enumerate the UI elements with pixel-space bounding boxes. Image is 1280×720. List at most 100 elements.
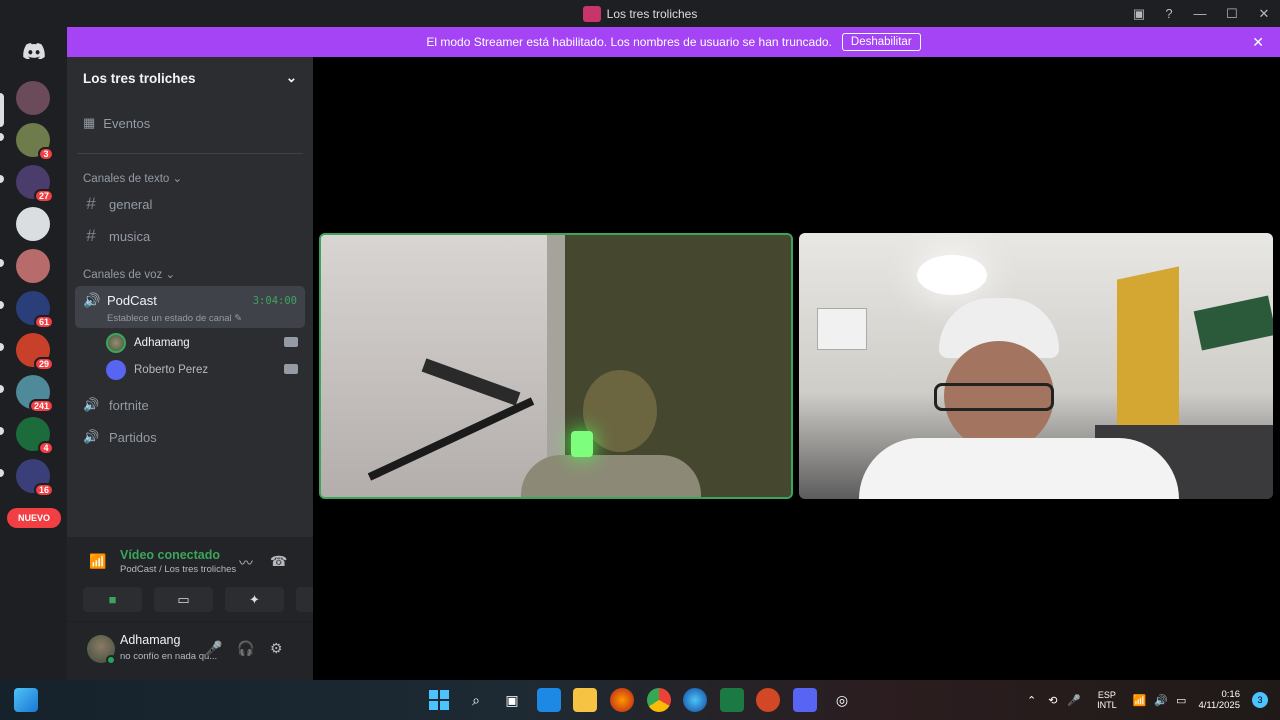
text-category-label: Canales de texto: [83, 173, 170, 185]
online-status-dot: [106, 655, 116, 665]
server-rail: 3 27 61 29 241 4 16 NUEVO: [0, 27, 67, 680]
video-icon: [284, 364, 298, 374]
inbox-icon[interactable]: ▣: [1124, 0, 1154, 27]
excel-icon[interactable]: [720, 688, 744, 712]
volume-icon[interactable]: 🔊: [1154, 694, 1168, 707]
video-tile-roberto[interactable]: [799, 233, 1273, 499]
events-item[interactable]: ▦ Eventos: [83, 115, 150, 131]
hash-icon: #: [86, 194, 96, 213]
voice-channel-podcast[interactable]: 🔊 PodCast 3:04:00 Establece un estado de…: [75, 286, 305, 328]
clock[interactable]: 0:16 4/11/2025: [1198, 689, 1240, 711]
server-icon[interactable]: 4: [16, 417, 54, 455]
channel-musica[interactable]: # musica: [83, 226, 150, 246]
unread-pip: [0, 301, 4, 309]
speaker-icon: 🔊: [83, 429, 100, 444]
windows-taskbar: ⌕ ▣ ◎ ⌃ ⟲ 🎤 ESP INTL 📶 🔊 ▭ 0:16 4/11/202…: [0, 680, 1280, 720]
banner-close-icon[interactable]: ✕: [1252, 34, 1264, 51]
guild-header[interactable]: Los tres troliches ⌄: [67, 57, 313, 99]
voice-member[interactable]: Roberto Perez: [106, 360, 298, 380]
notification-badge[interactable]: 3: [1252, 692, 1268, 708]
battery-icon[interactable]: ▭: [1176, 694, 1186, 707]
mention-badge: 29: [33, 357, 54, 371]
outlook-icon[interactable]: [537, 688, 561, 712]
video-icon: [284, 337, 298, 347]
system-tray: ⌃ ⟲ 🎤 ESP INTL 📶 🔊 ▭ 0:16 4/11/2025 3: [1027, 680, 1280, 720]
video-tile-adhamang[interactable]: [319, 233, 793, 499]
search-icon[interactable]: ⌕: [464, 688, 488, 712]
microphone-icon[interactable]: 🎤: [1067, 694, 1081, 707]
chevron-down-icon: ⌄: [285, 70, 297, 85]
server-icon[interactable]: 29: [16, 333, 54, 371]
username[interactable]: Adhamang: [120, 633, 180, 647]
mention-badge: 241: [28, 399, 54, 413]
voice-member[interactable]: Adhamang: [106, 333, 298, 353]
server-icon: [582, 5, 601, 22]
lang-bottom: INTL: [1097, 700, 1117, 710]
close-button[interactable]: ✕: [1248, 0, 1280, 27]
disable-streamer-button[interactable]: Deshabilitar: [841, 33, 921, 51]
window-title: Los tres troliches: [582, 5, 697, 22]
divider: [77, 153, 303, 154]
signal-icon[interactable]: 📶: [89, 553, 106, 570]
start-icon[interactable]: [427, 688, 451, 712]
speaker-icon: 🔊: [83, 397, 100, 412]
server-icon[interactable]: [16, 249, 50, 283]
noise-suppression-icon[interactable]: 〰: [239, 553, 253, 573]
sync-icon[interactable]: ⟲: [1048, 694, 1057, 707]
server-icon[interactable]: 27: [16, 165, 54, 203]
channel-general[interactable]: # general: [83, 194, 152, 214]
green-scarf: [1193, 295, 1273, 351]
avatar: [106, 360, 126, 380]
voice-channel-name: PodCast: [107, 293, 157, 308]
maximize-button[interactable]: ☐: [1216, 0, 1248, 27]
chevron-up-icon[interactable]: ⌃: [1027, 694, 1036, 707]
channel-partidos[interactable]: 🔊 Partidos: [83, 429, 157, 445]
avatar: [106, 333, 126, 353]
server-icon[interactable]: [16, 207, 50, 241]
channel-status-prompt[interactable]: Establece un estado de canal ✎: [107, 313, 242, 324]
server-icon[interactable]: [16, 81, 50, 115]
discord-taskbar-icon[interactable]: [793, 688, 817, 712]
voice-category-label: Canales de voz: [83, 269, 163, 281]
activities-button[interactable]: ✦: [225, 587, 284, 612]
connection-location[interactable]: PodCast / Los tres troliches: [120, 564, 236, 575]
minimize-button[interactable]: —: [1184, 0, 1216, 27]
chrome-icon[interactable]: [647, 688, 671, 712]
hash-icon: #: [86, 226, 96, 245]
server-icon[interactable]: 61: [16, 291, 54, 329]
mention-badge: 16: [33, 483, 54, 497]
widgets-icon[interactable]: [14, 688, 38, 712]
microphone-icon[interactable]: 🎤: [205, 640, 222, 657]
channel-label: Partidos: [109, 429, 157, 445]
screen-share-button[interactable]: ▭: [154, 587, 213, 612]
edge-icon[interactable]: [683, 688, 707, 712]
server-avatar: [16, 249, 50, 283]
firefox-icon[interactable]: [610, 688, 634, 712]
help-icon[interactable]: ?: [1154, 0, 1184, 27]
voice-category[interactable]: Canales de voz ⌄: [83, 267, 175, 281]
obs-icon[interactable]: ◎: [830, 688, 854, 712]
server-icon[interactable]: 3: [16, 123, 54, 161]
video-stage: [313, 57, 1280, 680]
settings-gear-icon[interactable]: ⚙: [270, 640, 283, 657]
powerpoint-icon[interactable]: [756, 688, 780, 712]
file-explorer-icon[interactable]: [573, 688, 597, 712]
task-view-icon[interactable]: ▣: [500, 688, 524, 712]
server-icon[interactable]: 16: [16, 459, 54, 497]
unread-pip: [0, 427, 4, 435]
chevron-down-icon: ⌄: [172, 173, 183, 185]
banner-text: El modo Streamer está habilitado. Los no…: [426, 35, 832, 49]
wifi-icon[interactable]: 📶: [1133, 694, 1147, 707]
server-icon[interactable]: 241: [16, 375, 54, 413]
camera-button[interactable]: ■: [83, 587, 142, 612]
channel-fortnite[interactable]: 🔊 fortnite: [83, 397, 149, 413]
call-timer: 3:04:00: [252, 295, 297, 307]
text-category[interactable]: Canales de texto ⌄: [83, 171, 182, 185]
headphones-icon[interactable]: 🎧: [237, 640, 254, 657]
disconnect-icon[interactable]: ☎: [270, 553, 287, 570]
glasses: [934, 383, 1054, 411]
discord-home-icon[interactable]: [18, 35, 50, 67]
new-badge[interactable]: NUEVO: [7, 508, 61, 528]
green-light: [571, 431, 593, 457]
language-indicator[interactable]: ESP INTL: [1097, 690, 1117, 710]
